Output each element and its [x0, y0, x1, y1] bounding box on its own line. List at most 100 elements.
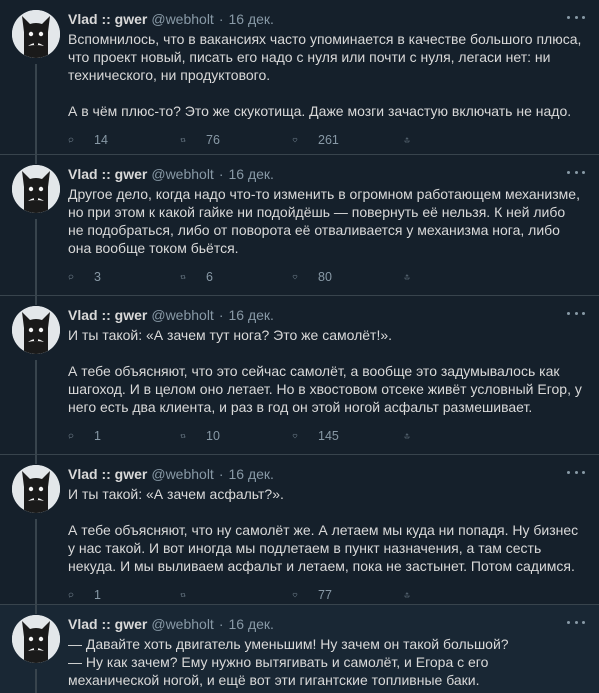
- share-icon: [404, 587, 420, 603]
- tweet-header: Vlad :: gwer @webholt · 16 дек.: [68, 615, 583, 633]
- author-handle[interactable]: @webholt: [151, 466, 213, 482]
- author-name[interactable]: Vlad :: gwer: [68, 166, 147, 182]
- share-button[interactable]: [404, 428, 516, 444]
- share-button[interactable]: [404, 269, 516, 285]
- reply-count: 14: [94, 133, 108, 147]
- like-button[interactable]: 145: [292, 428, 404, 444]
- thread-connector: [35, 519, 37, 605]
- avatar[interactable]: [12, 165, 60, 213]
- tweet[interactable]: Vlad :: gwer @webholt · 16 дек. Вспомнил…: [0, 0, 599, 155]
- retweet-icon: [180, 269, 196, 285]
- share-button[interactable]: [404, 132, 516, 148]
- author-handle[interactable]: @webholt: [151, 616, 213, 632]
- author-handle[interactable]: @webholt: [151, 166, 213, 182]
- share-icon: [404, 428, 420, 444]
- reply-icon: [68, 132, 84, 148]
- tweet[interactable]: Vlad :: gwer @webholt · 16 дек. — Давайт…: [0, 605, 599, 693]
- tweet-header: Vlad :: gwer @webholt · 16 дек.: [68, 10, 583, 28]
- tweet-header: Vlad :: gwer @webholt · 16 дек.: [68, 306, 583, 324]
- more-dots-icon[interactable]: [567, 617, 585, 627]
- separator: ·: [218, 307, 224, 323]
- retweet-button[interactable]: 10: [180, 428, 292, 444]
- reply-icon: [68, 269, 84, 285]
- share-icon: [404, 269, 420, 285]
- retweet-button[interactable]: 6: [180, 269, 292, 285]
- retweet-count: 76: [206, 133, 220, 147]
- separator: ·: [218, 11, 224, 27]
- reply-button[interactable]: 1: [68, 428, 180, 444]
- tweet-text: И ты такой: «А зачем асфальт?». А тебе о…: [68, 486, 579, 574]
- avatar[interactable]: [12, 10, 60, 58]
- reply-icon: [68, 428, 84, 444]
- author-name[interactable]: Vlad :: gwer: [68, 466, 147, 482]
- reply-button[interactable]: 3: [68, 269, 180, 285]
- reply-button[interactable]: 1: [68, 587, 180, 603]
- reply-count: 3: [94, 270, 101, 284]
- thread-connector: [35, 64, 37, 155]
- tweet-actions: 3 6 80: [68, 261, 583, 293]
- tweet[interactable]: Vlad :: gwer @webholt · 16 дек. И ты так…: [0, 455, 599, 605]
- retweet-button[interactable]: 76: [180, 132, 292, 148]
- tweet-date[interactable]: 16 дек.: [229, 11, 274, 27]
- thread-connector: [35, 455, 37, 464]
- tweet-text: — Давайте хоть двигатель уменьшим! Ну за…: [68, 636, 509, 688]
- avatar[interactable]: [12, 306, 60, 354]
- retweet-icon: [180, 132, 196, 148]
- retweet-icon: [180, 587, 196, 603]
- tweet-text: И ты такой: «А зачем тут нога? Это же са…: [68, 327, 582, 415]
- reply-button[interactable]: 14: [68, 132, 180, 148]
- like-icon: [292, 587, 308, 603]
- like-count: 77: [318, 588, 332, 602]
- like-button[interactable]: 80: [292, 269, 404, 285]
- reply-count: 1: [94, 588, 101, 602]
- tweet-date[interactable]: 16 дек.: [229, 307, 274, 323]
- more-dots-icon[interactable]: [567, 12, 585, 22]
- more-dots-icon[interactable]: [567, 467, 585, 477]
- tweet-header: Vlad :: gwer @webholt · 16 дек.: [68, 165, 583, 183]
- tweet-date[interactable]: 16 дек.: [229, 166, 274, 182]
- retweet-count: 6: [206, 270, 213, 284]
- like-count: 80: [318, 270, 332, 284]
- reply-count: 1: [94, 429, 101, 443]
- thread-connector: [35, 296, 37, 305]
- tweet-text: Другое дело, когда надо что-то изменить …: [68, 186, 580, 256]
- tweet-actions: 1 10 145: [68, 420, 583, 452]
- more-dots-icon[interactable]: [567, 167, 585, 177]
- share-icon: [404, 132, 420, 148]
- retweet-count: 10: [206, 429, 220, 443]
- retweet-icon: [180, 428, 196, 444]
- author-handle[interactable]: @webholt: [151, 307, 213, 323]
- tweet-date[interactable]: 16 дек.: [229, 466, 274, 482]
- like-icon: [292, 428, 308, 444]
- thread-connector: [35, 360, 37, 455]
- tweet-text: Вспомнилось, что в вакансиях часто упоми…: [68, 31, 582, 119]
- separator: ·: [218, 466, 224, 482]
- avatar[interactable]: [12, 465, 60, 513]
- author-name[interactable]: Vlad :: gwer: [68, 307, 147, 323]
- thread-connector: [35, 669, 37, 693]
- tweet[interactable]: Vlad :: gwer @webholt · 16 дек. Другое д…: [0, 155, 599, 296]
- tweet-header: Vlad :: gwer @webholt · 16 дек.: [68, 465, 583, 483]
- tweet-actions: 14 76 261: [68, 124, 583, 156]
- author-name[interactable]: Vlad :: gwer: [68, 616, 147, 632]
- author-name[interactable]: Vlad :: gwer: [68, 11, 147, 27]
- more-dots-icon[interactable]: [567, 308, 585, 318]
- separator: ·: [218, 166, 224, 182]
- thread-connector: [35, 219, 37, 296]
- like-icon: [292, 132, 308, 148]
- separator: ·: [218, 616, 224, 632]
- thread-connector: [35, 155, 37, 164]
- like-icon: [292, 269, 308, 285]
- retweet-button[interactable]: [180, 587, 292, 603]
- thread-connector: [35, 605, 37, 614]
- like-button[interactable]: 261: [292, 132, 404, 148]
- tweet[interactable]: Vlad :: gwer @webholt · 16 дек. И ты так…: [0, 296, 599, 455]
- tweet-date[interactable]: 16 дек.: [229, 616, 274, 632]
- like-count: 145: [318, 429, 339, 443]
- tweet-thread: Vlad :: gwer @webholt · 16 дек. Вспомнил…: [0, 0, 599, 693]
- like-count: 261: [318, 133, 339, 147]
- author-handle[interactable]: @webholt: [151, 11, 213, 27]
- share-button[interactable]: [404, 587, 516, 603]
- like-button[interactable]: 77: [292, 587, 404, 603]
- avatar[interactable]: [12, 615, 60, 663]
